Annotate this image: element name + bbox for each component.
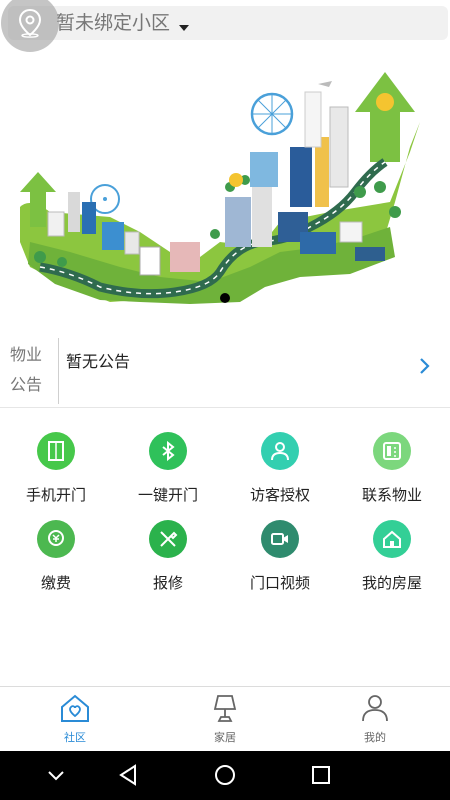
payment-icon <box>37 520 75 558</box>
bottom-tab-bar: 社区 家居 我的 <box>0 686 450 751</box>
service-label: 我的房屋 <box>361 574 422 592</box>
system-nav-bar <box>0 751 450 800</box>
service-label: 访客授权 <box>249 486 310 504</box>
service-label: 报修 <box>152 574 183 592</box>
service-visitor-auth[interactable]: 访客授权 <box>224 420 336 510</box>
tab-profile[interactable]: 我的 <box>335 693 415 745</box>
tab-community[interactable]: 社区 <box>35 693 115 745</box>
phone-icon <box>373 432 411 470</box>
service-door-video[interactable]: 门口视频 <box>224 508 336 598</box>
service-label: 一键开门 <box>137 486 198 504</box>
recents-icon[interactable] <box>310 763 332 791</box>
top-bar: 暂未绑定小区 <box>0 0 450 52</box>
repair-icon <box>149 520 187 558</box>
service-mobile-door[interactable]: 手机开门 <box>0 420 112 510</box>
service-one-key-door[interactable]: 一键开门 <box>112 420 224 510</box>
notice-divider <box>58 338 59 404</box>
service-label: 手机开门 <box>25 486 86 504</box>
home-icon[interactable] <box>213 763 237 791</box>
collapse-icon[interactable] <box>46 768 66 787</box>
service-payment[interactable]: 缴费 <box>0 508 112 598</box>
notice-tag: 物业 公告 <box>10 340 50 400</box>
door-icon <box>37 432 75 470</box>
service-my-house[interactable]: 我的房屋 <box>336 508 448 598</box>
bluetooth-icon <box>149 432 187 470</box>
service-contact-property[interactable]: 联系物业 <box>336 420 448 510</box>
tab-label: 社区 <box>64 731 86 744</box>
service-label: 联系物业 <box>361 486 422 504</box>
notice-text: 暂无公告 <box>66 352 131 371</box>
lamp-icon <box>210 695 240 727</box>
chevron-down-icon <box>179 25 189 31</box>
service-label: 门口视频 <box>249 574 310 592</box>
tab-label: 我的 <box>364 731 386 744</box>
video-icon <box>261 520 299 558</box>
chevron-right-icon[interactable] <box>419 356 431 380</box>
banner-illustration <box>0 52 450 327</box>
notice-tag-line1: 物业 <box>10 345 43 364</box>
property-notice[interactable]: 物业 公告 暂无公告 <box>0 330 450 408</box>
tab-home[interactable]: 家居 <box>185 693 265 745</box>
visitor-icon <box>261 432 299 470</box>
community-name: 暂未绑定小区 <box>56 12 171 34</box>
service-repair[interactable]: 报修 <box>112 508 224 598</box>
notice-tag-line2: 公告 <box>10 375 43 394</box>
house-icon <box>373 520 411 558</box>
back-icon[interactable] <box>117 763 139 791</box>
service-label: 缴费 <box>40 574 71 592</box>
location-pin-icon[interactable] <box>1 0 59 52</box>
community-icon <box>58 694 92 727</box>
tab-label: 家居 <box>214 731 236 744</box>
community-selector[interactable]: 暂未绑定小区 <box>8 6 448 40</box>
profile-icon <box>360 695 390 727</box>
